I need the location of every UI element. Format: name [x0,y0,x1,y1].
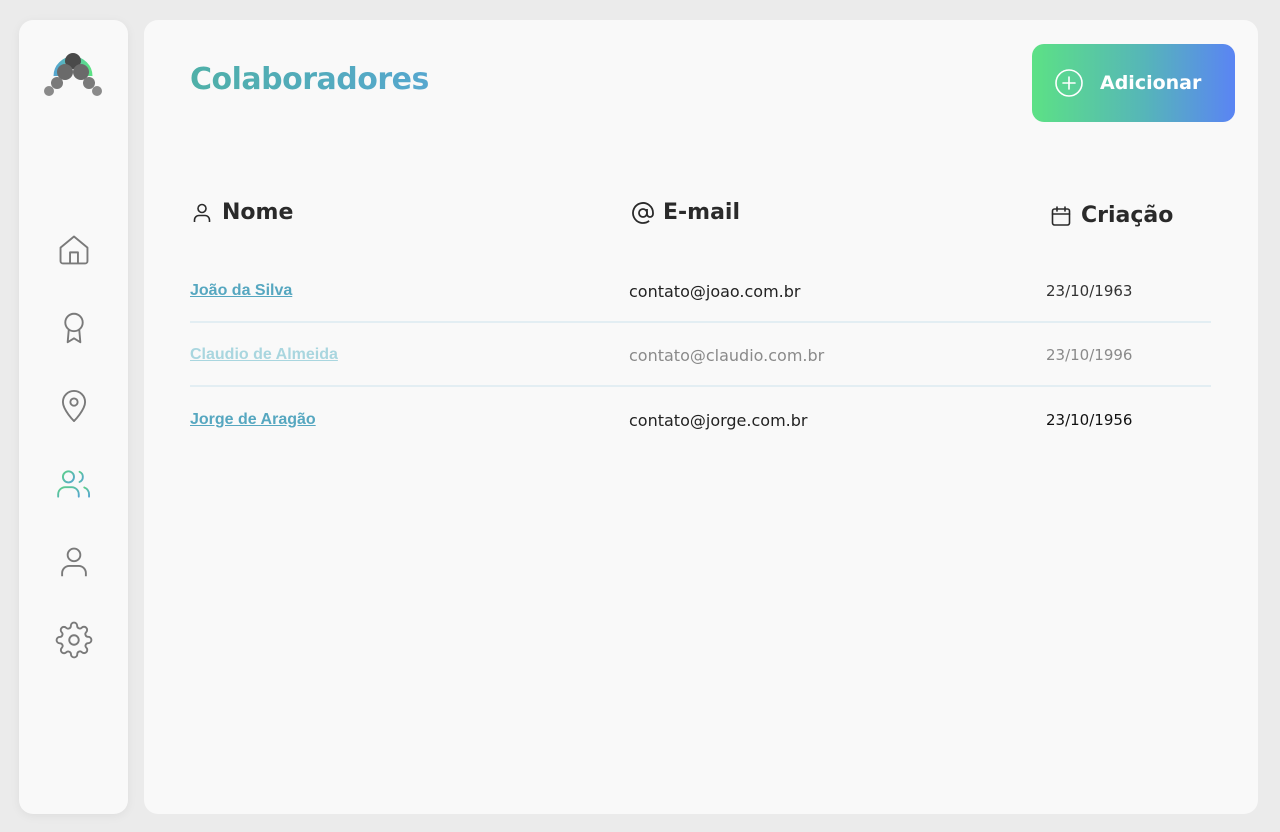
add-collaborator-button[interactable]: Adicionar [1032,44,1235,122]
calendar-icon [1051,205,1071,226]
home-icon [59,235,88,265]
dumbbell-icon[interactable] [43,42,103,100]
sidebar-item-awards[interactable] [19,306,128,350]
sidebar [19,20,128,814]
row-created-date: 23/10/1956 [1046,411,1133,429]
users-icon [56,470,90,498]
row-created-date: 23/10/1996 [1046,346,1133,364]
row-email: contato@jorge.com.br [629,410,808,430]
at-sign-icon [632,201,654,224]
sidebar-item-profile[interactable] [19,540,128,584]
column-header-label: Criação [1081,203,1174,228]
column-header-name: Nome [190,200,293,225]
add-button-label: Adicionar [1100,72,1202,94]
column-header-label: Nome [222,200,294,225]
sidebar-item-settings[interactable] [19,618,128,662]
user-icon [60,547,87,577]
column-header-label: E-mail [663,200,741,225]
table-row[interactable]: Jorge de Aragão contato@jorge.com.br 23/… [190,389,1211,451]
table-row[interactable]: João da Silva contato@joao.com.br 23/10/… [190,261,1211,323]
sidebar-item-locations[interactable] [19,384,128,428]
page-title: Colaboradores [190,62,429,97]
sidebar-item-collaborators[interactable] [19,462,128,506]
row-name-link[interactable]: Jorge de Aragão [190,389,316,451]
plus-circle-icon [1055,69,1083,97]
map-pin-icon [61,390,86,422]
main-panel: Colaboradores Adicionar Nome E-mail Cria… [144,20,1258,814]
user-icon [193,203,211,222]
table-row[interactable]: Claudio de Almeida contato@claudio.com.b… [190,325,1211,387]
award-icon [63,312,84,344]
row-created-date: 23/10/1963 [1046,282,1133,300]
gear-icon [55,621,92,659]
row-email: contato@claudio.com.br [629,345,825,365]
row-email: contato@joao.com.br [629,281,801,301]
row-name-link[interactable]: Claudio de Almeida [190,325,338,385]
sidebar-item-home[interactable] [19,228,128,272]
column-header-created: Criação [1049,203,1173,228]
column-header-email: E-mail [631,200,740,225]
row-name-link[interactable]: João da Silva [190,261,292,321]
